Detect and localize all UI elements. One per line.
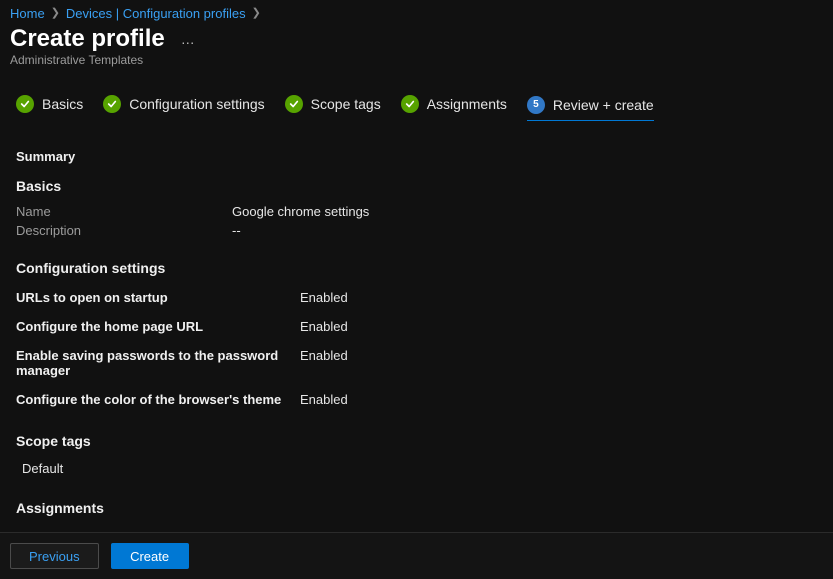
page-subtitle: Administrative Templates <box>0 53 833 77</box>
assignments-heading: Assignments <box>16 500 817 516</box>
step-label: Configuration settings <box>129 96 264 112</box>
config-label: Enable saving passwords to the password … <box>16 348 300 378</box>
title-row: Create profile … <box>0 21 833 53</box>
step-label: Basics <box>42 96 83 112</box>
wizard-content: Summary Basics Name Google chrome settin… <box>0 131 833 579</box>
step-number: 5 <box>533 100 539 110</box>
step-assignments[interactable]: Assignments <box>401 95 507 121</box>
check-icon <box>285 95 303 113</box>
config-label: Configure the color of the browser's the… <box>16 392 300 407</box>
summary-heading: Summary <box>16 149 817 164</box>
step-basics[interactable]: Basics <box>16 95 83 121</box>
config-row: Configure the home page URL Enabled <box>16 319 817 334</box>
config-label: Configure the home page URL <box>16 319 300 334</box>
breadcrumb: Home ❯ Devices | Configuration profiles … <box>0 0 833 21</box>
step-configuration-settings[interactable]: Configuration settings <box>103 95 264 121</box>
wizard-steps: Basics Configuration settings Scope tags… <box>0 77 833 131</box>
config-value: Enabled <box>300 290 348 305</box>
step-number-icon: 5 <box>527 96 545 114</box>
config-row: URLs to open on startup Enabled <box>16 290 817 305</box>
basics-description-value: -- <box>232 223 241 238</box>
scope-tag-value: Default <box>16 459 817 478</box>
config-row: Configure the color of the browser's the… <box>16 392 817 407</box>
breadcrumb-home-link[interactable]: Home <box>10 6 45 21</box>
basics-name-row: Name Google chrome settings <box>16 204 817 219</box>
config-settings-heading: Configuration settings <box>16 260 817 276</box>
chevron-right-icon: ❯ <box>51 8 60 19</box>
config-value: Enabled <box>300 348 348 363</box>
config-value: Enabled <box>300 319 348 334</box>
basics-name-label: Name <box>16 204 232 219</box>
previous-button[interactable]: Previous <box>10 543 99 569</box>
step-label: Assignments <box>427 96 507 112</box>
check-icon <box>401 95 419 113</box>
create-button[interactable]: Create <box>111 543 189 569</box>
basics-heading: Basics <box>16 178 817 194</box>
basics-name-value: Google chrome settings <box>232 204 369 219</box>
step-label: Review + create <box>553 97 654 113</box>
scope-tags-heading: Scope tags <box>16 433 817 449</box>
wizard-footer: Previous Create <box>0 532 833 579</box>
more-actions-button[interactable]: … <box>177 31 200 47</box>
page-title: Create profile <box>10 25 165 53</box>
config-row: Enable saving passwords to the password … <box>16 348 817 378</box>
config-label: URLs to open on startup <box>16 290 300 305</box>
check-icon <box>16 95 34 113</box>
check-icon <box>103 95 121 113</box>
basics-description-label: Description <box>16 223 232 238</box>
step-label: Scope tags <box>311 96 381 112</box>
chevron-right-icon: ❯ <box>252 8 261 19</box>
basics-description-row: Description -- <box>16 223 817 238</box>
breadcrumb-devices-link[interactable]: Devices | Configuration profiles <box>66 6 246 21</box>
config-value: Enabled <box>300 392 348 407</box>
step-scope-tags[interactable]: Scope tags <box>285 95 381 121</box>
step-review-create[interactable]: 5 Review + create <box>527 96 654 121</box>
